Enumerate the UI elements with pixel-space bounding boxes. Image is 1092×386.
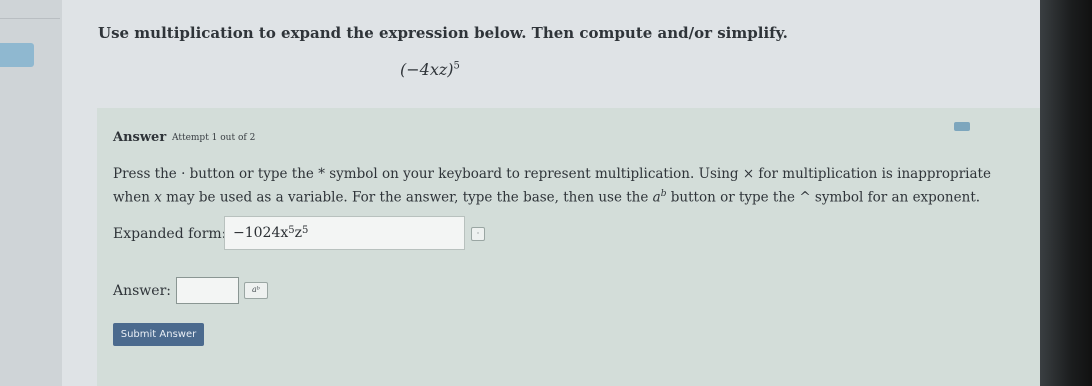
submit-answer-button[interactable]: Submit Answer <box>113 323 204 346</box>
sidebar-tab[interactable] <box>0 43 34 67</box>
exponent-button[interactable]: aᵇ <box>244 282 268 299</box>
expanded-exp-2: 5 <box>302 224 309 236</box>
expanded-exp-1: 5 <box>288 224 295 236</box>
instructions-ab-base: a <box>652 189 661 206</box>
attempt-counter: Attempt 1 out of 2 <box>172 133 256 143</box>
expanded-coef: −1024x <box>233 225 289 241</box>
question-prompt: Use multiplication to expand the express… <box>98 24 788 42</box>
expanded-form-input[interactable]: −1024x 5 z 5 <box>224 216 465 250</box>
math-expression: (−4xz)5 <box>400 60 460 79</box>
answer-label: Answer: <box>113 283 171 299</box>
expression-base: (−4xz) <box>400 60 454 79</box>
instructions-text-3: button or type the ^ symbol for an expon… <box>666 189 981 206</box>
multiply-dot-button[interactable]: · <box>471 227 485 241</box>
keyboard-icon[interactable] <box>954 122 970 131</box>
answer-heading: Answer <box>113 130 167 145</box>
answer-instructions: Press the · button or type the * symbol … <box>113 164 993 208</box>
sidebar-divider <box>0 18 60 33</box>
background-edge <box>1040 0 1092 386</box>
instructions-variable: x <box>154 189 162 206</box>
expanded-form-label: Expanded form: <box>113 226 227 242</box>
expanded-var-2: z <box>294 225 303 241</box>
answer-input[interactable] <box>176 277 239 304</box>
instructions-text-2: may be used as a variable. For the answe… <box>161 189 653 206</box>
expression-exponent: 5 <box>453 60 460 72</box>
